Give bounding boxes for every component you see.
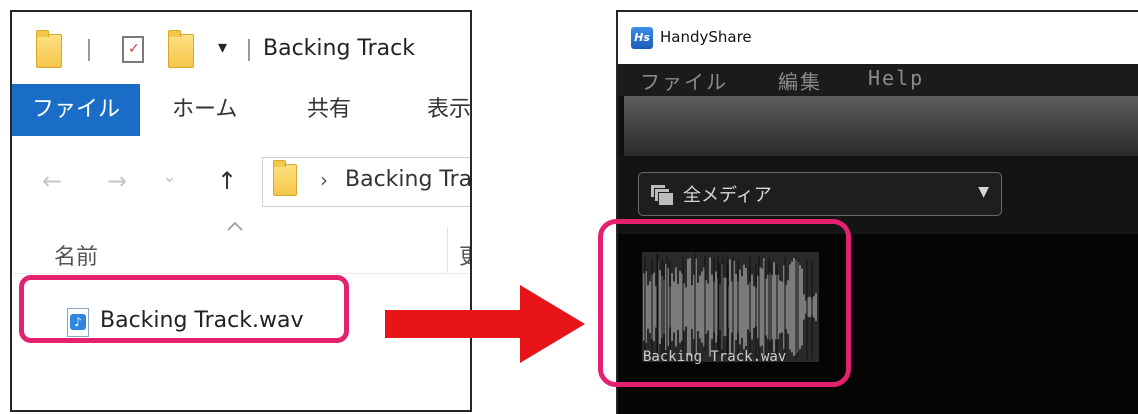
back-arrow-icon[interactable]: ← [42, 163, 62, 199]
menu-file[interactable]: ファイル [640, 66, 728, 95]
column-date[interactable]: 更新日時 [459, 239, 470, 271]
column-name[interactable]: 名前 [54, 239, 98, 271]
breadcrumb-chevron-icon[interactable]: › [320, 168, 328, 192]
media-stack-icon [650, 184, 674, 206]
tab-file[interactable]: ファイル [12, 84, 140, 136]
properties-icon[interactable]: ✓ [122, 36, 144, 63]
media-filter-dropdown[interactable]: 全メディア ▼ [638, 172, 1002, 216]
ribbon-tabs: ファイル ホーム 共有 表示 [12, 84, 470, 136]
folder-icon [273, 160, 297, 196]
address-bar-row: ← → ⌄ ↑ › Backing Track [12, 157, 470, 207]
highlight-frame-file [19, 275, 349, 343]
explorer-titlebar: ✓ ▾ Backing Track [12, 12, 470, 80]
quick-access-dropdown-icon[interactable]: ▾ [218, 37, 227, 58]
media-filter-label: 全メディア [683, 185, 772, 206]
up-arrow-icon[interactable]: ↑ [217, 163, 237, 199]
app-title: HandyShare [660, 28, 752, 46]
menu-bar: ファイル 編集 Help [618, 64, 1138, 96]
toolbar-separator [248, 39, 250, 61]
toolbar-separator [88, 39, 90, 61]
chevron-down-icon: ▼ [978, 184, 989, 200]
app-titlebar: Hs HandyShare [618, 12, 1138, 64]
forward-arrow-icon[interactable]: → [107, 163, 127, 199]
sort-ascending-icon [227, 221, 243, 231]
new-folder-icon[interactable] [168, 30, 194, 68]
menu-edit[interactable]: 編集 [778, 66, 822, 95]
menu-help[interactable]: Help [868, 66, 924, 90]
folder-icon [36, 30, 62, 68]
column-header-row: 名前 更新日時 [12, 221, 470, 274]
toolbar [624, 96, 1138, 156]
recent-locations-icon[interactable]: ⌄ [162, 159, 177, 195]
column-divider[interactable] [447, 227, 448, 273]
breadcrumb[interactable]: Backing Track [345, 167, 470, 192]
tab-share[interactable]: 共有 [307, 84, 351, 136]
drag-arrow-icon [385, 285, 585, 363]
address-field[interactable]: › Backing Track [262, 157, 470, 207]
tab-home[interactable]: ホーム [172, 84, 237, 136]
highlight-frame-media [598, 219, 851, 387]
window-title: Backing Track [263, 36, 415, 61]
app-logo-icon: Hs [631, 27, 653, 49]
tab-view[interactable]: 表示 [427, 84, 470, 136]
